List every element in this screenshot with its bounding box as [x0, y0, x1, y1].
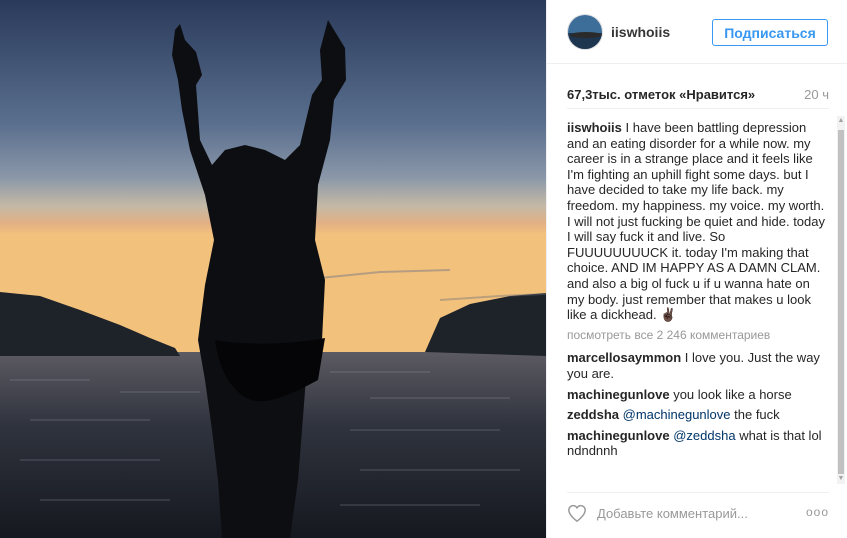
comment-item: marcellosaymmon I love you. Just the way… [567, 350, 825, 381]
comment-username[interactable]: machinegunlove [567, 428, 670, 443]
comment-username[interactable]: machinegunlove [567, 387, 670, 402]
scroll-down-arrow-icon[interactable]: ▼ [837, 474, 845, 484]
comment-text: you look like a horse [673, 386, 792, 402]
follow-button[interactable]: Подписаться [712, 19, 828, 46]
username[interactable]: iiswhoiis [611, 24, 670, 40]
post-header: iiswhoiis Подписаться [547, 0, 847, 64]
avatar[interactable] [567, 14, 603, 50]
add-comment-input[interactable] [597, 503, 797, 523]
likes-row: 67,3тыс. отметок «Нравится» 20 ч [567, 80, 829, 109]
post-details-panel: iiswhoiis Подписаться 67,3тыс. отметок «… [546, 0, 847, 538]
comment-mention[interactable]: @zeddsha [673, 428, 735, 443]
comment-item: machinegunlove you look like a horse [567, 387, 825, 403]
post-caption: iiswhoiis I have been battling depressio… [567, 120, 825, 323]
comment-item: zeddsha @machinegunlove the fuck [567, 407, 825, 423]
comment-username[interactable]: marcellosaymmon [567, 350, 681, 365]
post-image [0, 0, 546, 538]
comments-list[interactable]: iiswhoiis I have been battling depressio… [567, 120, 825, 482]
comment-username[interactable]: zeddsha [567, 407, 619, 422]
comment-item: machinegunlove @zeddsha what is that lol… [567, 428, 825, 459]
heart-icon[interactable] [567, 504, 587, 522]
post-photo[interactable] [0, 0, 546, 538]
scroll-up-arrow-icon[interactable]: ▲ [837, 116, 845, 126]
view-all-comments-link[interactable]: посмотреть все 2 246 комментариев [567, 328, 825, 344]
comments-scrollbar[interactable]: ▲ ▼ [837, 116, 845, 484]
post-time[interactable]: 20 ч [804, 87, 829, 102]
comment-text: the fuck [734, 407, 780, 423]
caption-username[interactable]: iiswhoiis [567, 120, 622, 135]
caption-text: I have been battling depression and an e… [567, 120, 825, 323]
scroll-thumb[interactable] [838, 130, 844, 474]
likes-count[interactable]: 67,3тыс. отметок «Нравится» [567, 87, 755, 102]
post-footer: ooo [567, 492, 829, 531]
comment-mention[interactable]: @machinegunlove [623, 407, 731, 422]
more-options-icon[interactable]: ooo [806, 505, 829, 519]
